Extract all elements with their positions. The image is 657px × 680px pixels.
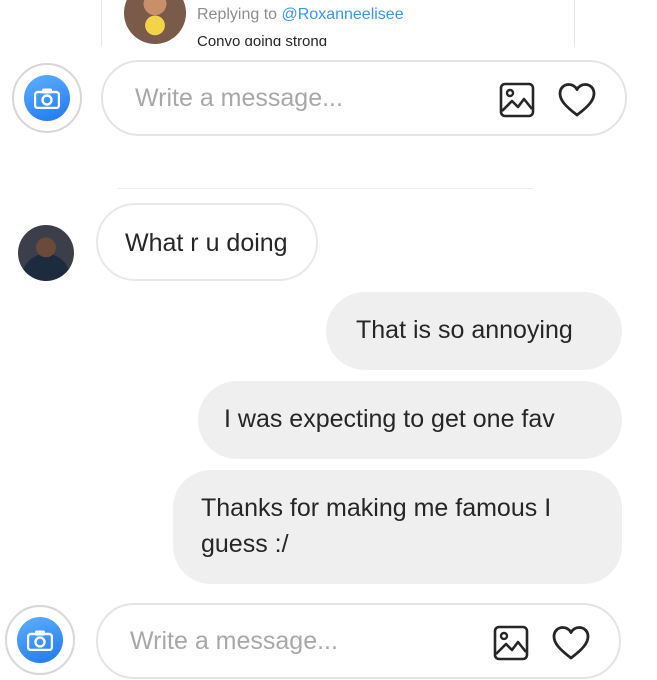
message-composer-bottom: Write a message...	[0, 600, 657, 680]
reply-preview[interactable]: Replying to @Roxanneelisee Convo going s…	[101, 0, 575, 46]
message-placeholder: Write a message...	[135, 84, 343, 112]
message-bubble-incoming[interactable]: What r u doing	[96, 203, 318, 281]
message-text: That is so annoying	[356, 316, 573, 344]
message-bubble-outgoing[interactable]: Thanks for making me famous I guess :/	[173, 470, 622, 584]
message-text-line2: guess :/	[201, 530, 289, 558]
message-text-line1: Thanks for making me famous I	[201, 494, 552, 522]
camera-button[interactable]	[5, 605, 75, 675]
sender-avatar[interactable]	[18, 225, 74, 281]
message-composer-top: Write a message...	[0, 58, 657, 138]
reply-label: Replying to @Roxanneelisee	[197, 6, 404, 24]
message-text: What r u doing	[125, 229, 288, 257]
message-placeholder: Write a message...	[130, 627, 338, 655]
divider	[118, 188, 533, 189]
message-bubble-outgoing[interactable]: That is so annoying	[326, 292, 622, 370]
image-icon[interactable]	[493, 625, 529, 661]
reply-handle[interactable]: @Roxanneelisee	[282, 6, 404, 23]
reply-avatar	[124, 0, 186, 44]
camera-icon	[24, 75, 70, 121]
heart-icon[interactable]	[557, 82, 597, 118]
message-bubble-outgoing[interactable]: I was expecting to get one fav	[198, 381, 622, 459]
camera-icon	[17, 617, 63, 663]
camera-button[interactable]	[12, 63, 82, 133]
message-input[interactable]: Write a message...	[101, 60, 627, 136]
message-input[interactable]: Write a message...	[96, 603, 621, 679]
reply-prefix: Replying to	[197, 6, 282, 23]
message-text: I was expecting to get one fav	[224, 405, 555, 433]
image-icon[interactable]	[499, 82, 535, 118]
heart-icon[interactable]	[551, 625, 591, 661]
reply-preview-text: Convo going strong	[197, 33, 328, 46]
